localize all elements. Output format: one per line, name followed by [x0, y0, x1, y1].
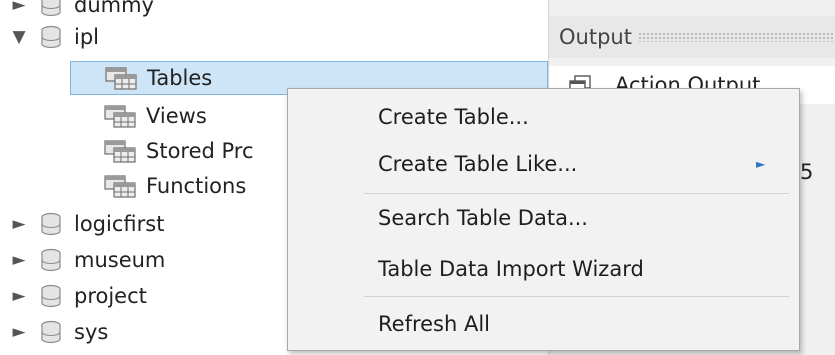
submenu-arrow-icon: ► — [756, 157, 766, 171]
menu-item-label: Create Table... — [378, 105, 529, 129]
tree-item-project[interactable]: ► project — [8, 279, 288, 312]
expand-arrow-icon[interactable]: ► — [8, 214, 30, 234]
output-panel-title: Output — [559, 25, 632, 49]
tree-item-label: dummy — [74, 0, 154, 17]
database-icon — [41, 25, 61, 48]
tree-item-ipl[interactable]: ▼ ipl — [8, 20, 308, 53]
menu-item-search-table-data[interactable]: Search Table Data... — [288, 199, 799, 237]
views-folder-icon — [104, 104, 136, 128]
menu-separator — [364, 296, 789, 297]
context-menu: Create Table... Create Table Like... ► S… — [287, 88, 800, 351]
tree-item-logicfirst[interactable]: ► logicfirst — [8, 207, 288, 240]
menu-separator — [364, 193, 789, 194]
expand-arrow-icon[interactable]: ► — [8, 250, 30, 270]
tree-item-stored-procedures[interactable]: Stored Prc — [104, 134, 304, 167]
tree-item-label: Views — [146, 103, 207, 128]
menu-item-label: Table Data Import Wizard — [378, 257, 644, 281]
output-row-value: 5 — [800, 160, 814, 184]
database-icon — [41, 0, 61, 16]
tree-item-views[interactable]: Views — [104, 99, 304, 132]
expand-arrow-icon[interactable]: ► — [8, 0, 30, 15]
database-icon — [41, 284, 61, 307]
menu-item-create-table-like[interactable]: Create Table Like... ► — [288, 145, 799, 183]
tree-item-label: project — [74, 283, 147, 308]
tree-item-functions[interactable]: Functions — [104, 169, 304, 202]
drag-handle[interactable] — [637, 32, 835, 42]
tree-item-label: ipl — [74, 24, 99, 49]
menu-item-label: Create Table Like... — [378, 152, 578, 176]
menu-item-table-data-import-wizard[interactable]: Table Data Import Wizard — [288, 250, 799, 288]
database-icon — [41, 212, 61, 235]
expand-arrow-icon[interactable]: ► — [8, 286, 30, 306]
tree-item-label: logicfirst — [74, 211, 165, 236]
tables-folder-icon — [105, 67, 137, 90]
tree-item-dummy[interactable]: ► dummy — [8, 0, 308, 21]
database-icon — [41, 248, 61, 271]
menu-item-label: Search Table Data... — [378, 206, 588, 230]
tree-item-museum[interactable]: ► museum — [8, 243, 288, 276]
database-icon — [41, 320, 61, 343]
tree-item-label: Functions — [146, 173, 247, 198]
stored-procedures-folder-icon — [104, 139, 136, 163]
menu-item-label: Refresh All — [378, 312, 491, 336]
tree-item-label: museum — [74, 247, 166, 272]
expand-arrow-icon[interactable]: ► — [8, 322, 30, 342]
tree-item-label: Stored Prc — [146, 138, 254, 163]
menu-item-refresh-all[interactable]: Refresh All — [288, 305, 799, 343]
tree-item-label: sys — [74, 319, 109, 344]
output-panel-header: Output — [549, 16, 835, 58]
functions-folder-icon — [104, 174, 136, 198]
tree-item-label: Tables — [147, 66, 213, 90]
menu-item-create-table[interactable]: Create Table... — [288, 98, 799, 136]
collapse-arrow-icon[interactable]: ▼ — [8, 27, 30, 47]
tree-item-sys[interactable]: ► sys — [8, 315, 288, 348]
